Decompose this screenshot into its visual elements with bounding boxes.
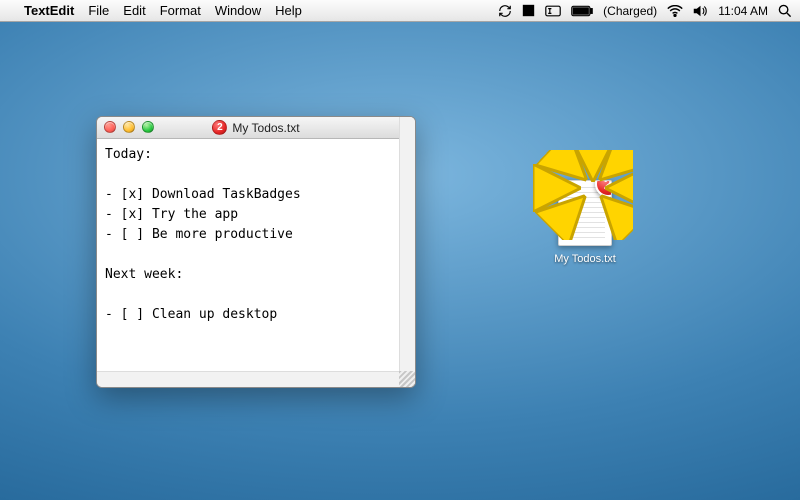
menu-edit[interactable]: Edit xyxy=(123,3,145,18)
horizontal-scrollbar[interactable] xyxy=(97,371,415,387)
menubar: TextEdit File Edit Format Window Help (C… xyxy=(0,0,800,22)
battery-status-text: (Charged) xyxy=(603,4,657,18)
clock-time[interactable]: 11:04 AM xyxy=(718,4,768,18)
menubar-right: (Charged) 11:04 AM xyxy=(498,4,792,18)
menu-format[interactable]: Format xyxy=(160,3,201,18)
menu-window[interactable]: Window xyxy=(215,3,261,18)
battery-icon[interactable] xyxy=(571,5,593,17)
minimize-button[interactable] xyxy=(123,121,135,133)
desktop-file-icon[interactable]: 2 My Todos.txt xyxy=(545,180,625,266)
text-input-icon[interactable] xyxy=(545,5,561,17)
sync-icon[interactable] xyxy=(498,4,512,18)
menu-file[interactable]: File xyxy=(88,3,109,18)
file-thumbnail: 2 xyxy=(558,180,612,246)
text-editor-content[interactable]: Today: - [x] Download TaskBadges - [x] T… xyxy=(97,139,415,387)
menu-square-icon[interactable] xyxy=(522,4,535,17)
window-title: 2 My Todos.txt xyxy=(212,120,299,135)
window-titlebar[interactable]: 2 My Todos.txt xyxy=(97,117,415,139)
menu-help[interactable]: Help xyxy=(275,3,302,18)
textedit-window[interactable]: 2 My Todos.txt Today: - [x] Download Tas… xyxy=(96,116,416,388)
vertical-scrollbar[interactable] xyxy=(399,117,415,371)
zoom-button[interactable] xyxy=(142,121,154,133)
file-preview-lines xyxy=(565,187,605,239)
traffic-lights xyxy=(104,121,154,133)
window-title-text: My Todos.txt xyxy=(232,121,299,135)
spotlight-icon[interactable] xyxy=(778,4,792,18)
menubar-left: TextEdit File Edit Format Window Help xyxy=(10,3,302,18)
volume-icon[interactable] xyxy=(693,5,708,17)
title-badge-icon: 2 xyxy=(212,120,227,135)
file-label: My Todos.txt xyxy=(550,252,620,266)
app-menu[interactable]: TextEdit xyxy=(24,3,74,18)
wifi-icon[interactable] xyxy=(667,5,683,17)
resize-handle[interactable] xyxy=(399,371,415,387)
close-button[interactable] xyxy=(104,121,116,133)
